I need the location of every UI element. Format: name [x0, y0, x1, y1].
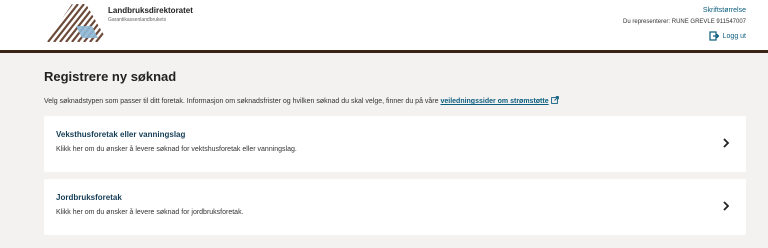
- card-title: Veksthusforetak eller vanningslag: [56, 130, 186, 139]
- representing-text: Du representerer: RUNE GREVLE 911547007: [623, 19, 746, 25]
- logo[interactable]: Landbruksdirektoratet Garantikassenlandb…: [46, 4, 216, 42]
- card-title: Jordbruksforetak: [56, 193, 122, 202]
- logout-icon: [709, 31, 719, 41]
- logout-label: Logg ut: [722, 32, 746, 40]
- logo-stripes-icon: [46, 4, 108, 42]
- brand-bar: [0, 50, 768, 53]
- intro-text: Velg søknadstypen som passer til ditt fo…: [44, 96, 746, 106]
- header-user-area: Skriftstørrelse Du representerer: RUNE G…: [623, 6, 746, 46]
- org-name: Landbruksdirektoratet: [108, 6, 193, 15]
- logout-button[interactable]: Logg ut: [709, 31, 746, 41]
- intro-body: Velg søknadstypen som passer til ditt fo…: [44, 98, 441, 105]
- chevron-right-icon: [723, 138, 730, 148]
- site-header: Landbruksdirektoratet Garantikassenlandb…: [0, 0, 768, 50]
- card-description: Klikk her om du ønsker å levere søknad f…: [56, 209, 244, 216]
- chevron-right-icon: [723, 201, 730, 211]
- external-link-icon: [550, 96, 559, 104]
- guidance-link[interactable]: veiledningssider om strømstøtte: [440, 98, 548, 105]
- application-type-card-agriculture[interactable]: Jordbruksforetak Klikk her om du ønsker …: [44, 179, 746, 235]
- application-type-card-greenhouse[interactable]: Veksthusforetak eller vanningslag Klikk …: [44, 116, 746, 172]
- main-content: Registrere ny søknad Velg søknadstypen s…: [44, 68, 746, 235]
- org-subtitle: Garantikassenlandbrukets: [108, 17, 167, 23]
- page-title: Registrere ny søknad: [44, 69, 177, 84]
- font-size-link[interactable]: Skriftstørrelse: [623, 6, 746, 15]
- card-description: Klikk her om du ønsker å levere søknad f…: [56, 146, 297, 153]
